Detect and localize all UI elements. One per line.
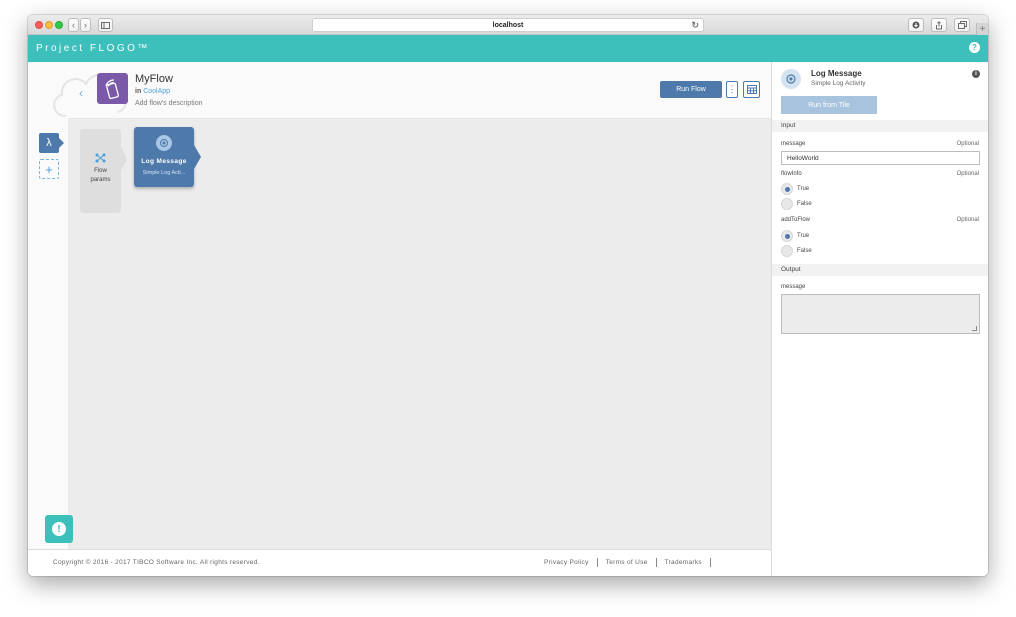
radio-unchecked[interactable]: [781, 245, 793, 257]
addtoflow-false-option[interactable]: False: [781, 245, 812, 257]
help-icon[interactable]: ?: [969, 42, 980, 53]
kebab-icon: ⋮: [727, 84, 737, 94]
alert-button[interactable]: !: [45, 515, 73, 543]
flow-header: ‹ MyFlow in CoolApp Add flow's descripti…: [53, 62, 771, 119]
add-trigger-button[interactable]: +: [39, 159, 59, 179]
chevron-right-icon: ›: [84, 19, 87, 30]
address-bar[interactable]: localhost ↻: [312, 18, 704, 32]
flowinfo-true-option[interactable]: True: [781, 183, 809, 195]
run-flow-button[interactable]: Run Flow: [660, 81, 722, 98]
close-window-button[interactable]: [35, 21, 43, 29]
downloads-button[interactable]: [908, 18, 924, 32]
app-link[interactable]: CoolApp: [143, 88, 170, 95]
flow-avatar: [97, 73, 128, 104]
share-icon: [936, 20, 942, 29]
flowinfo-optional: Optional: [956, 171, 979, 177]
message-label: message: [781, 141, 806, 147]
flow-params-tile[interactable]: Flow params: [80, 129, 127, 213]
tabs-overview-button[interactable]: [954, 18, 970, 32]
brand-logo[interactable]: Project FLOGO™: [36, 43, 150, 54]
table-icon: [746, 85, 757, 94]
more-options-button[interactable]: ⋮: [726, 81, 738, 98]
flowinfo-false-option[interactable]: False: [781, 198, 812, 210]
new-tab-button[interactable]: +: [976, 23, 988, 35]
left-rail: λ +: [28, 62, 68, 549]
flow-canvas[interactable]: Flow params Log Message Simple Log Acti.…: [68, 119, 771, 549]
sidebar-toggle-button[interactable]: [98, 18, 113, 32]
radio-label: False: [797, 201, 812, 207]
browser-titlebar: ‹ › localhost ↻ +: [28, 15, 988, 35]
tile-title: Log Message: [141, 158, 187, 165]
copyright-text: Copyright © 2016 - 2017 TIBCO Software I…: [53, 559, 260, 566]
output-message-label: message: [781, 284, 806, 290]
resize-handle-icon[interactable]: [972, 326, 977, 331]
tile-subtitle: Simple Log Acti...: [142, 170, 186, 176]
plus-icon: +: [979, 23, 986, 35]
page-footer: Copyright © 2016 - 2017 TIBCO Software I…: [28, 549, 771, 576]
activity-icon: [156, 135, 172, 151]
flow-in-prefix: in: [135, 88, 142, 95]
activity-icon: [781, 69, 801, 89]
radio-checked[interactable]: [781, 183, 793, 195]
back-icon[interactable]: ‹: [79, 86, 83, 100]
radio-label: True: [797, 233, 810, 239]
addtoflow-optional: Optional: [956, 217, 979, 223]
flow-params-label: Flow params: [90, 168, 111, 183]
panel-subtitle: Simple Log Activity: [811, 80, 866, 87]
info-icon[interactable]: i: [972, 70, 980, 78]
exclamation-icon: !: [52, 522, 66, 536]
input-section-heading: Input: [772, 120, 988, 132]
browser-forward-button[interactable]: ›: [80, 18, 91, 32]
addtoflow-true-option[interactable]: True: [781, 230, 809, 242]
radio-label: False: [797, 248, 812, 254]
app-header: Project FLOGO™ ?: [28, 35, 988, 62]
flow-name[interactable]: MyFlow: [135, 73, 173, 85]
output-section-heading: Output: [772, 264, 988, 276]
lambda-icon: λ: [46, 137, 52, 149]
flow-app-line: in CoolApp: [135, 88, 170, 95]
output-message-textarea[interactable]: [781, 294, 980, 334]
activity-config-panel: Log Message Simple Log Activity i Run fr…: [771, 62, 988, 576]
browser-window: ‹ › localhost ↻ + Project FLOGO™ ? λ + ‹: [28, 15, 988, 576]
addtoflow-label: addToFlow: [781, 217, 811, 223]
sidebar-icon: [101, 21, 110, 29]
url-text: localhost: [492, 21, 524, 29]
download-icon: [912, 21, 920, 29]
radio-unchecked[interactable]: [781, 198, 793, 210]
tabs-icon: [957, 21, 967, 29]
trademarks-link[interactable]: Trademarks: [657, 558, 711, 567]
lambda-trigger-button[interactable]: λ: [39, 133, 64, 153]
reload-icon[interactable]: ↻: [691, 20, 699, 31]
run-from-tile-button[interactable]: Run from Tile: [781, 96, 877, 114]
panel-title: Log Message: [811, 69, 862, 78]
chevron-left-icon: ‹: [72, 19, 75, 30]
footer-links: Privacy Policy Terms of Use Trademarks: [544, 558, 711, 567]
message-input[interactable]: [781, 151, 980, 165]
log-message-tile[interactable]: Log Message Simple Log Acti...: [134, 127, 201, 187]
mobile-device-icon: [104, 78, 119, 99]
radio-label: True: [797, 186, 810, 192]
terms-of-use-link[interactable]: Terms of Use: [598, 558, 657, 567]
zoom-window-button[interactable]: [55, 21, 63, 29]
flow-description[interactable]: Add flow's description: [135, 100, 202, 107]
plus-icon: +: [45, 161, 53, 177]
minimize-window-button[interactable]: [45, 21, 53, 29]
radio-checked[interactable]: [781, 230, 793, 242]
params-icon: [95, 153, 106, 163]
browser-back-button[interactable]: ‹: [68, 18, 79, 32]
message-optional: Optional: [956, 141, 979, 147]
flowinfo-label: flowInfo: [781, 171, 802, 177]
privacy-policy-link[interactable]: Privacy Policy: [544, 558, 598, 567]
logs-button[interactable]: [743, 81, 760, 98]
share-button[interactable]: [931, 18, 947, 32]
